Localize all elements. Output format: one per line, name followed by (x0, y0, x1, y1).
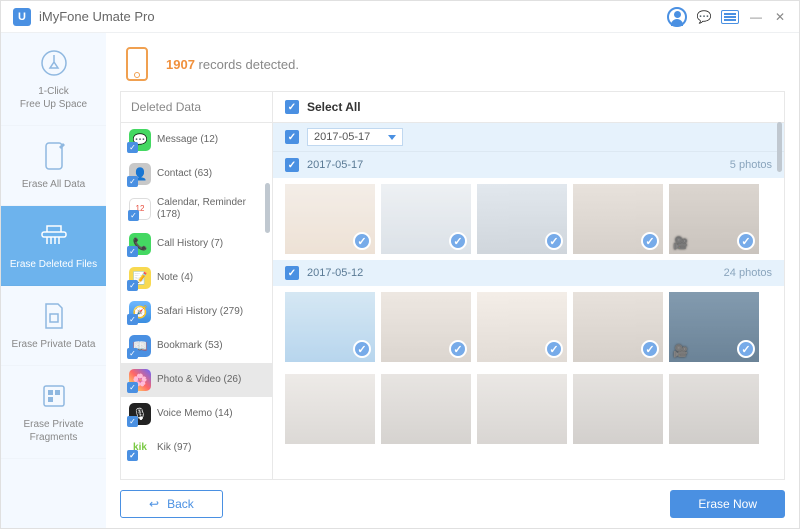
thumbnail[interactable] (573, 292, 663, 362)
kik-icon: kik✓ (129, 437, 151, 459)
cat-voicememo[interactable]: 🎙✓Voice Memo (14) (121, 397, 272, 431)
phone-erase-icon (38, 140, 70, 172)
thumbnail[interactable] (477, 292, 567, 362)
message-icon: 💬✓ (129, 129, 151, 151)
safari-icon: 🧭✓ (129, 301, 151, 323)
thumbnail[interactable] (285, 374, 375, 444)
sim-icon (38, 300, 70, 332)
back-button[interactable]: ↩Back (120, 490, 223, 518)
fragments-icon (38, 380, 70, 412)
video-icon: 🎥 (673, 344, 688, 358)
cat-message[interactable]: 💬✓Message (12) (121, 123, 272, 157)
cat-callhistory[interactable]: 📞✓Call History (7) (121, 227, 272, 261)
thumb-row (273, 368, 784, 450)
thumbnail[interactable] (669, 374, 759, 444)
date-filter-checkbox[interactable] (285, 130, 299, 144)
close-button[interactable]: ✕ (773, 10, 787, 24)
back-arrow-icon: ↩ (149, 497, 159, 511)
thumbnail[interactable] (477, 374, 567, 444)
sidebar-label: Erase Private Data (7, 338, 100, 351)
sidebar-label: Erase Deleted Files (7, 258, 100, 271)
feedback-icon[interactable]: 💬 (697, 10, 711, 24)
records-count: 1907 (166, 57, 195, 72)
group-header[interactable]: 2017-05-17 5 photos (273, 152, 784, 178)
shredder-icon (38, 220, 70, 252)
sidebar: 1-Click Free Up Space Erase All Data Era… (1, 33, 106, 528)
records-info: 1907 records detected. (120, 47, 785, 81)
app-title: iMyFone Umate Pro (39, 9, 155, 24)
calendar-icon: 12✓ (129, 198, 151, 220)
thumbnail[interactable] (285, 184, 375, 254)
sidebar-item-erasedeleted[interactable]: Erase Deleted Files (1, 206, 106, 286)
broom-icon (38, 47, 70, 79)
sidebar-item-eraseprivate[interactable]: Erase Private Data (1, 286, 106, 366)
call-icon: 📞✓ (129, 233, 151, 255)
menu-icon[interactable] (721, 10, 739, 24)
thumbnail[interactable]: 🎥 (669, 292, 759, 362)
thumb-row: 🎥 (273, 178, 784, 260)
thumbnail[interactable] (381, 292, 471, 362)
group-date: 2017-05-12 (307, 267, 363, 279)
erase-now-button[interactable]: Erase Now (670, 490, 785, 518)
contact-icon: 👤✓ (129, 163, 151, 185)
cat-bookmark[interactable]: 📖✓Bookmark (53) (121, 329, 272, 363)
voicememo-icon: 🎙✓ (129, 403, 151, 425)
app-logo: U (13, 8, 31, 26)
sidebar-label: Erase Private Fragments (7, 418, 100, 444)
cat-contact[interactable]: 👤✓Contact (63) (121, 157, 272, 191)
select-all-label: Select All (307, 100, 361, 114)
records-suffix: records detected. (195, 57, 299, 72)
thumbnail[interactable] (381, 374, 471, 444)
sidebar-item-freeup[interactable]: 1-Click Free Up Space (1, 33, 106, 126)
chevron-down-icon (388, 135, 396, 140)
video-icon: 🎥 (673, 236, 688, 250)
group-checkbox[interactable] (285, 158, 299, 172)
thumb-row: 🎥 (273, 286, 784, 368)
sidebar-item-fragments[interactable]: Erase Private Fragments (1, 366, 106, 459)
cat-note[interactable]: 📝✓Note (4) (121, 261, 272, 295)
sidebar-label: 1-Click Free Up Space (7, 85, 100, 111)
group-count: 5 photos (730, 159, 772, 171)
bookmark-icon: 📖✓ (129, 335, 151, 357)
thumbnail[interactable] (573, 184, 663, 254)
thumbnail[interactable] (477, 184, 567, 254)
sidebar-label: Erase All Data (7, 178, 100, 191)
grid-panel: Select All 2017-05-17 2017-05-17 5 photo… (273, 92, 784, 479)
category-header: Deleted Data (121, 92, 272, 123)
photo-icon: 🌸✓ (129, 369, 151, 391)
titlebar: U iMyFone Umate Pro 💬 — ✕ (1, 1, 799, 33)
grid-scrollbar[interactable] (777, 122, 782, 172)
phone-icon (126, 47, 148, 81)
group-header[interactable]: 2017-05-12 24 photos (273, 260, 784, 286)
thumbnail[interactable] (573, 374, 663, 444)
note-icon: 📝✓ (129, 267, 151, 289)
minimize-button[interactable]: — (749, 10, 763, 24)
thumbnail[interactable] (381, 184, 471, 254)
sidebar-item-eraseall[interactable]: Erase All Data (1, 126, 106, 206)
group-date: 2017-05-17 (307, 159, 363, 171)
category-scrollbar[interactable] (265, 183, 270, 233)
profile-icon[interactable] (667, 7, 687, 27)
group-checkbox[interactable] (285, 266, 299, 280)
cat-kik[interactable]: kik✓Kik (97) (121, 431, 272, 465)
thumbnail[interactable] (285, 292, 375, 362)
date-filter-select[interactable]: 2017-05-17 (307, 128, 403, 146)
cat-calendar[interactable]: 12✓Calendar, Reminder (178) (121, 191, 272, 227)
thumbnail[interactable]: 🎥 (669, 184, 759, 254)
cat-photovideo[interactable]: 🌸✓Photo & Video (26) (121, 363, 272, 397)
group-count: 24 photos (724, 267, 772, 279)
select-all-checkbox[interactable] (285, 100, 299, 114)
category-panel: Deleted Data 💬✓Message (12) 👤✓Contact (6… (121, 92, 273, 479)
cat-safari[interactable]: 🧭✓Safari History (279) (121, 295, 272, 329)
